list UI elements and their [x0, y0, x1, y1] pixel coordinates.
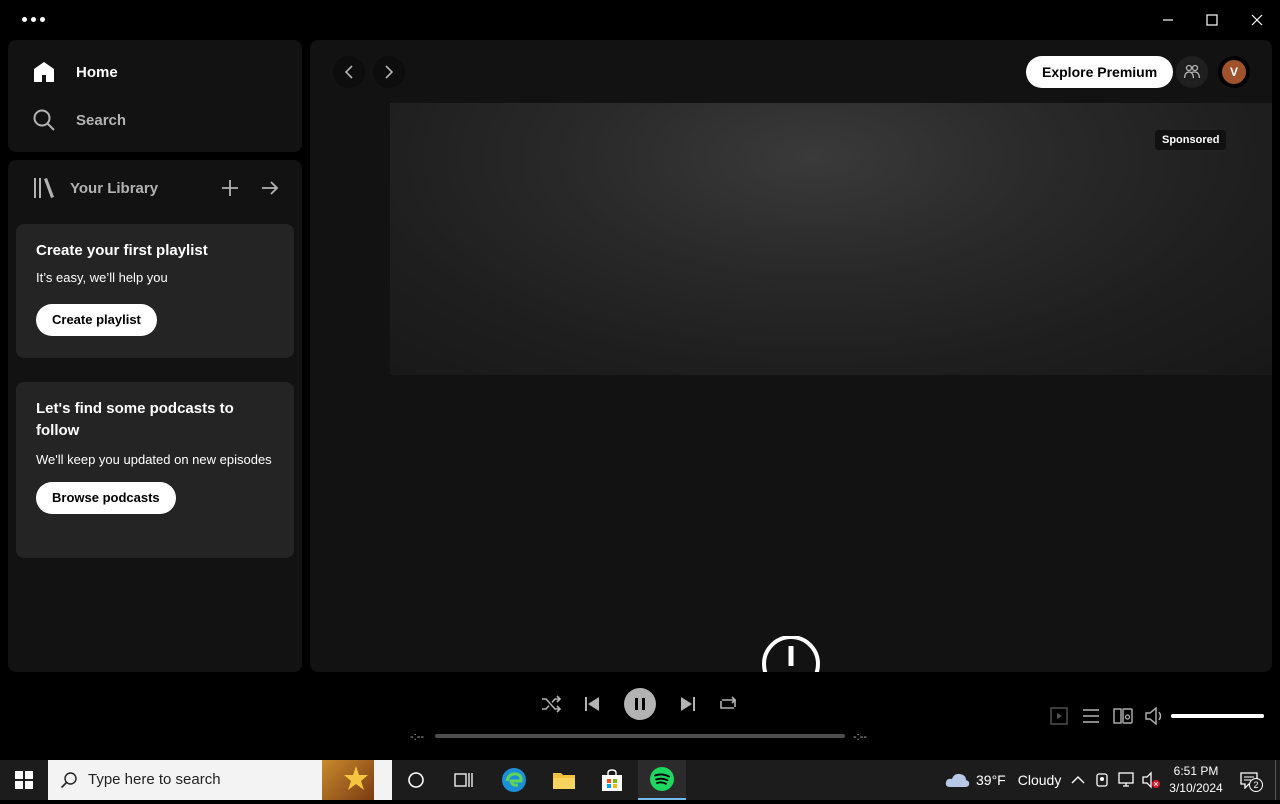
library-icon — [34, 178, 54, 198]
star-icon — [344, 766, 368, 790]
chevron-right-icon — [385, 65, 394, 79]
create-playlist-button[interactable]: Create playlist — [36, 304, 157, 336]
system-clock[interactable]: 6:51 PM 3/10/2024 — [1160, 763, 1232, 797]
maximize-icon[interactable] — [1200, 8, 1224, 32]
pause-button[interactable] — [624, 688, 656, 720]
store-app[interactable] — [588, 760, 636, 800]
nav-home[interactable]: Home — [32, 56, 118, 88]
now-playing-view-icon[interactable] — [1047, 704, 1071, 728]
show-desktop-button[interactable] — [1275, 760, 1276, 800]
create-playlist-card: Create your first playlist It’s easy, we… — [16, 224, 294, 358]
cortana-button[interactable] — [392, 760, 440, 800]
duration-time: -:-- — [853, 731, 868, 743]
task-view-icon — [454, 773, 473, 787]
clock-time: 6:51 PM — [1173, 764, 1219, 778]
action-center-button[interactable]: 2 — [1236, 760, 1268, 800]
connect-device-icon[interactable] — [1111, 704, 1135, 728]
card-title: Let's find some podcasts to follow — [36, 400, 234, 439]
windows-taskbar: Type here to search 39°F Cloudy 6:51 PM … — [0, 760, 1280, 800]
nav-home-label: Home — [76, 63, 118, 81]
minimize-icon[interactable] — [1156, 8, 1180, 32]
search-icon — [60, 772, 77, 789]
windows-logo-icon — [15, 771, 33, 789]
spotify-app[interactable] — [638, 760, 686, 800]
start-button[interactable] — [0, 760, 48, 800]
volume-icon[interactable] — [1143, 704, 1167, 728]
library-panel: Your Library Create your first playlist … — [8, 160, 302, 672]
library-header[interactable]: Your Library — [32, 174, 158, 202]
nav-search[interactable]: Search — [32, 104, 126, 136]
user-avatar[interactable]: V — [1218, 56, 1250, 88]
edge-app[interactable] — [490, 760, 538, 800]
file-explorer-app[interactable] — [540, 760, 588, 800]
clock-date: 3/10/2024 — [1169, 781, 1223, 795]
meet-now-icon[interactable] — [1094, 771, 1110, 789]
card-subtitle: We'll keep you updated on new episodes — [36, 452, 272, 467]
friend-activity-button[interactable] — [1176, 56, 1208, 88]
card-title: Create your first playlist — [36, 242, 208, 259]
next-icon[interactable] — [676, 692, 700, 716]
volume-slider[interactable] — [1171, 714, 1264, 718]
repeat-icon[interactable] — [716, 692, 740, 716]
cloud-icon — [945, 773, 970, 787]
browse-podcasts-button[interactable]: Browse podcasts — [36, 482, 176, 514]
chevron-up-icon[interactable] — [1070, 773, 1086, 787]
edge-icon — [502, 768, 526, 792]
close-icon[interactable] — [1245, 8, 1269, 32]
nav-search-label: Search — [76, 111, 127, 129]
progress-bar[interactable] — [435, 734, 845, 738]
taskbar-search[interactable]: Type here to search — [48, 760, 392, 800]
friends-icon — [1183, 64, 1201, 79]
card-subtitle: It’s easy, we’ll help you — [36, 270, 168, 285]
forward-button[interactable] — [373, 56, 405, 88]
podcasts-card: Let's find some podcasts to follow We'll… — [16, 382, 294, 558]
expand-arrow-icon[interactable] — [258, 176, 282, 200]
elapsed-time: -:-- — [410, 731, 425, 743]
chevron-left-icon — [344, 65, 353, 79]
explore-premium-button[interactable]: Explore Premium — [1026, 56, 1174, 88]
weather-text: Cloudy — [1017, 772, 1062, 788]
folder-icon — [553, 773, 575, 789]
sponsored-label: Sponsored — [1155, 130, 1227, 150]
back-button[interactable] — [333, 56, 365, 88]
weather-temp: 39°F — [976, 772, 1006, 788]
pause-icon — [635, 698, 638, 710]
spotify-icon — [650, 767, 674, 791]
more-menu-icon[interactable] — [22, 12, 52, 26]
network-icon[interactable] — [1117, 771, 1137, 789]
queue-icon[interactable] — [1079, 704, 1103, 728]
weather-widget[interactable]: 39°F Cloudy — [944, 760, 1061, 800]
title-bar — [0, 0, 1280, 40]
cortana-icon — [408, 772, 424, 788]
main-content: Explore Premium V Sponsored — [310, 40, 1272, 672]
previous-icon[interactable] — [580, 692, 604, 716]
shuffle-icon[interactable] — [539, 692, 563, 716]
pause-icon-bar — [642, 698, 645, 710]
search-icon — [33, 109, 55, 131]
timer-icon — [762, 636, 820, 672]
notification-badge: 2 — [1249, 778, 1263, 792]
sidebar-nav: Home Search — [8, 40, 302, 152]
avatar-initial: V — [1222, 60, 1246, 84]
search-placeholder: Type here to search — [88, 771, 221, 788]
library-title: Your Library — [70, 179, 159, 197]
ad-banner[interactable] — [390, 103, 1272, 375]
volume-level — [1171, 714, 1264, 718]
create-plus-icon[interactable] — [218, 176, 242, 200]
search-highlight-image[interactable] — [322, 760, 374, 800]
task-view-button[interactable] — [440, 760, 488, 800]
speaker-muted-icon[interactable] — [1141, 771, 1161, 789]
store-icon — [602, 769, 622, 791]
home-icon — [34, 62, 54, 82]
